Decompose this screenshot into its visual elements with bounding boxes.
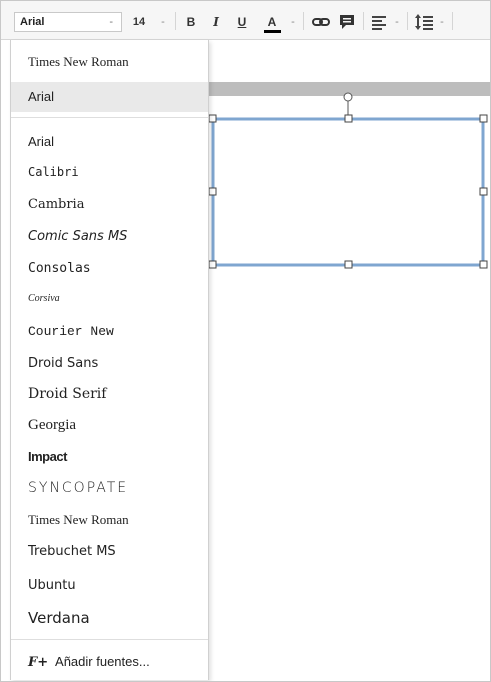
font-dropdown-menu: Times New Roman Arial Arial Calibri Camb… (10, 40, 209, 680)
menu-item-droid-sans[interactable]: Droid Sans (11, 356, 208, 371)
menu-item-impact[interactable]: Impact (11, 449, 208, 464)
menu-item-calibri[interactable]: Calibri (11, 165, 208, 179)
menu-item-ubuntu[interactable]: Ubuntu (11, 578, 208, 593)
menu-item-droid-serif[interactable]: Droid Serif (11, 386, 208, 402)
resize-handle-top-right[interactable] (479, 114, 488, 123)
resize-handle-bottom-right[interactable] (479, 260, 488, 269)
add-font-icon: F+ (28, 655, 49, 670)
resize-handle-top[interactable] (344, 114, 353, 123)
resize-handle-left[interactable] (208, 187, 217, 196)
resize-handle-top-left[interactable] (208, 114, 217, 123)
menu-item-comic-sans-ms[interactable]: Comic Sans MS (11, 229, 208, 244)
menu-item-georgia[interactable]: Georgia (11, 417, 208, 434)
resize-handle-bottom[interactable] (344, 260, 353, 269)
rotation-handle[interactable] (343, 92, 353, 102)
menu-item-corsiva[interactable]: Corsiva (11, 293, 208, 304)
menu-item-consolas[interactable]: Consolas (11, 261, 208, 276)
menu-item-arial[interactable]: Arial (11, 134, 208, 149)
menu-divider (11, 117, 208, 118)
menu-item-recent-arial[interactable]: Arial (11, 82, 208, 112)
menu-item-cambria[interactable]: Cambria (11, 197, 208, 212)
resize-handle-right[interactable] (479, 187, 488, 196)
menu-divider (11, 639, 208, 640)
menu-item-verdana[interactable]: Verdana (11, 609, 208, 627)
menu-item-recent-times-new-roman[interactable]: Times New Roman (11, 54, 208, 70)
add-fonts-button[interactable]: F+ Añadir fuentes... (11, 654, 208, 670)
menu-item-trebuchet-ms[interactable]: Trebuchet MS (11, 544, 208, 559)
add-fonts-label: Añadir fuentes... (55, 654, 150, 669)
menu-item-times-new-roman[interactable]: Times New Roman (11, 512, 208, 528)
resize-handle-bottom-left[interactable] (208, 260, 217, 269)
shape-border[interactable] (211, 117, 485, 267)
menu-item-syncopate[interactable]: Syncopate (11, 480, 208, 496)
menu-item-courier-new[interactable]: Courier New (11, 324, 208, 339)
